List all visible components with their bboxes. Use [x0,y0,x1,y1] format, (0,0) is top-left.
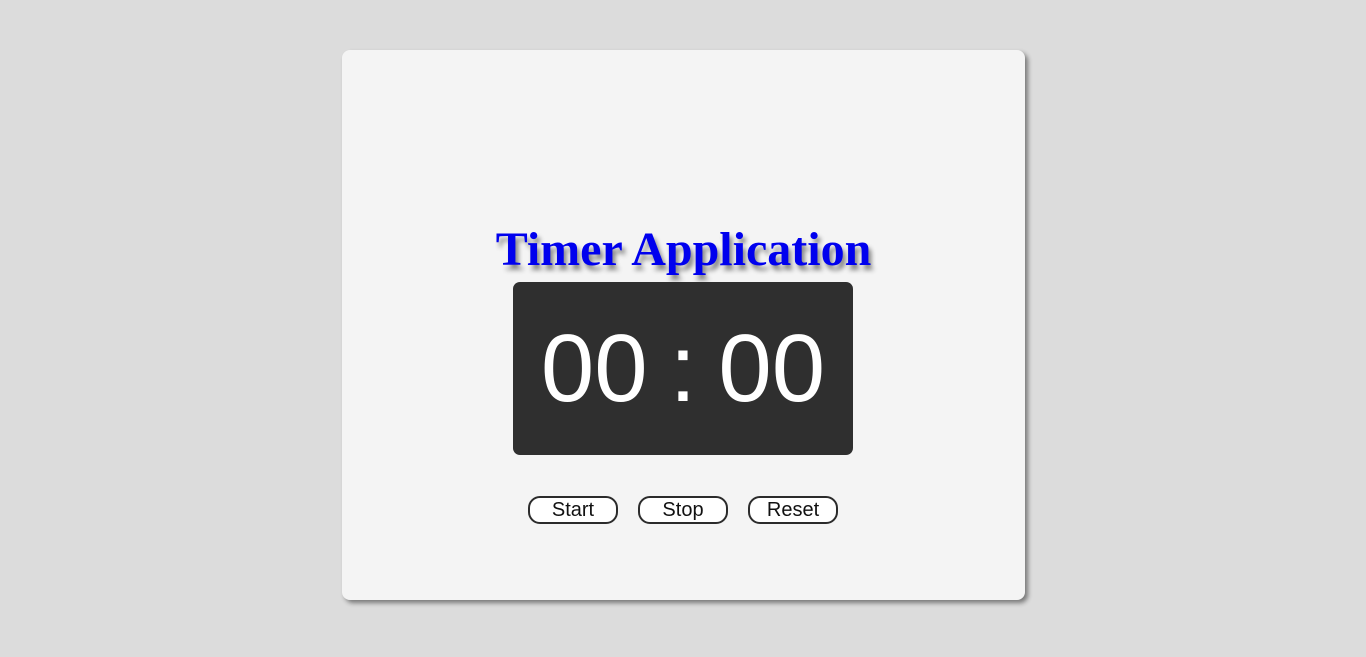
timer-card: Timer Application 00 : 00 Start Stop Res… [342,50,1025,600]
timer-minutes: 00 [540,314,648,422]
timer-separator: : [669,314,697,422]
timer-display: 00 : 00 [513,282,853,455]
stop-button[interactable]: Stop [638,496,728,524]
reset-button[interactable]: Reset [748,496,838,524]
timer-seconds: 00 [718,314,826,422]
page-title: Timer Application [495,223,872,276]
timer-controls: Start Stop Reset [528,496,838,524]
start-button[interactable]: Start [528,496,618,524]
